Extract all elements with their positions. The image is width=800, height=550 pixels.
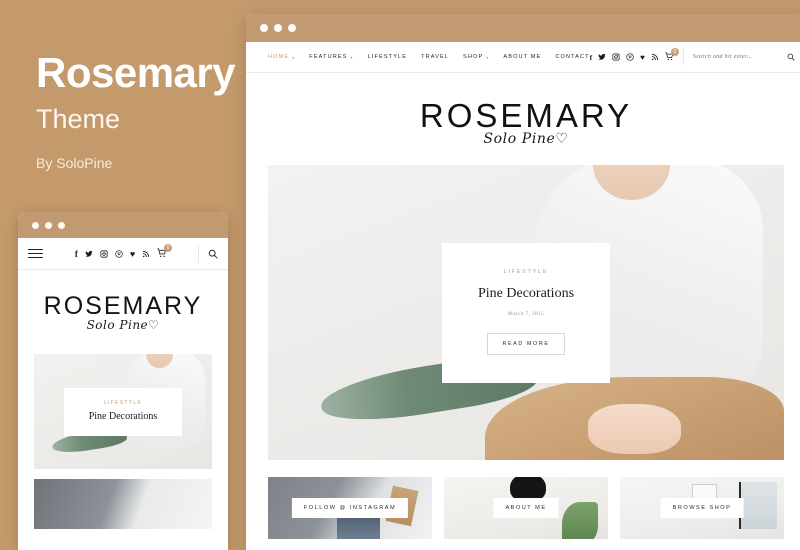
window-dot-maximize[interactable]	[288, 24, 296, 32]
promo-title: Rosemary	[36, 49, 236, 96]
cart-wrapper[interactable]: 0	[665, 47, 679, 63]
menu-item-shop[interactable]: SHOP ▾	[463, 54, 489, 60]
cart-wrapper[interactable]: 0	[157, 243, 173, 260]
desktop-navbar: HOME ▾ FEATURES ▾ LIFESTYLE TRAVEL SHOP …	[246, 42, 800, 73]
desktop-browser-window: HOME ▾ FEATURES ▾ LIFESTYLE TRAVEL SHOP …	[246, 14, 800, 550]
window-dot-minimize[interactable]	[45, 221, 52, 229]
mobile-social-links: f ♥ 0	[53, 243, 189, 260]
chevron-down-icon: ▾	[486, 54, 490, 60]
search-input[interactable]	[692, 54, 779, 60]
menu-item-label: LIFESTYLE	[367, 54, 408, 60]
promo-image	[34, 479, 212, 529]
post-title[interactable]: Pine Decorations	[452, 286, 600, 302]
menu-item-home[interactable]: HOME ▾	[268, 54, 295, 60]
hamburger-icon[interactable]	[28, 248, 43, 259]
promo-box-shop[interactable]: BROWSE SHOP	[620, 477, 784, 539]
promo-box-row: FOLLOW @ INSTAGRAM ABOUT ME BROWSE SHOP	[268, 477, 784, 539]
promo-box-about-me[interactable]: ABOUT ME	[444, 477, 608, 539]
search-icon[interactable]	[787, 53, 795, 61]
menu-item-label: CONTACT	[555, 54, 590, 60]
pinterest-icon[interactable]	[626, 53, 634, 61]
chevron-down-icon: ▾	[292, 54, 296, 60]
rss-icon[interactable]	[651, 53, 659, 61]
menu-item-lifestyle[interactable]: LIFESTYLE	[368, 54, 407, 60]
navbar-divider	[682, 49, 684, 65]
facebook-icon[interactable]: f	[590, 53, 593, 62]
mobile-promo-strip[interactable]	[34, 479, 212, 529]
logo-wordmark: ROSEMARY	[43, 292, 203, 320]
instagram-icon[interactable]	[100, 249, 108, 258]
post-category[interactable]: LIFESTYLE	[70, 400, 176, 406]
menu-item-label: HOME	[268, 54, 290, 60]
twitter-icon[interactable]	[85, 250, 93, 258]
mobile-browser-window: f ♥ 0 ROSEMARY Solo Pine♡ LIFESTYLE Pine…	[18, 212, 228, 550]
post-date: March 7, 2015	[507, 310, 545, 317]
site-logo[interactable]: ROSEMARY Solo Pine♡	[246, 73, 800, 165]
search-area	[692, 53, 795, 61]
promo-label: FOLLOW @ INSTAGRAM	[291, 498, 409, 518]
window-dot-maximize[interactable]	[58, 221, 65, 229]
promo-author: By SoloPine	[36, 155, 113, 171]
cart-badge: 0	[164, 243, 173, 252]
menu-item-label: TRAVEL	[421, 54, 450, 60]
desktop-titlebar	[246, 14, 800, 42]
social-links: f ♥ 0	[590, 47, 679, 63]
navbar-right: f ♥ 0	[590, 47, 795, 65]
menu-item-features[interactable]: FEATURES ▾	[309, 54, 353, 60]
featured-post-hero[interactable]: LIFESTYLE Pine Decorations March 7, 2015…	[268, 165, 784, 460]
menu-item-label: FEATURES	[309, 54, 348, 60]
menu-item-travel[interactable]: TRAVEL	[421, 54, 449, 60]
twitter-icon[interactable]	[598, 53, 606, 61]
facebook-icon[interactable]: f	[75, 249, 78, 259]
mobile-navbar: f ♥ 0	[18, 238, 228, 270]
cart-badge: 0	[670, 47, 679, 56]
pinterest-icon[interactable]	[115, 249, 123, 258]
mobile-navbar-divider	[198, 244, 199, 263]
window-dot-close[interactable]	[32, 221, 39, 229]
promo-label: BROWSE SHOP	[660, 498, 744, 518]
read-more-button[interactable]: READ MORE	[487, 332, 565, 355]
promo-box-instagram[interactable]: FOLLOW @ INSTAGRAM	[268, 477, 432, 539]
bloglovin-icon[interactable]: ♥	[640, 53, 645, 62]
logo-wordmark: ROSEMARY	[419, 97, 633, 134]
mobile-titlebar	[18, 212, 228, 238]
mobile-site-logo[interactable]: ROSEMARY Solo Pine♡	[18, 270, 228, 340]
promo-subtitle: Theme	[36, 104, 121, 134]
bloglovin-icon[interactable]: ♥	[130, 249, 135, 259]
logo-script-tagline: Solo Pine♡	[483, 131, 569, 147]
instagram-icon[interactable]	[612, 53, 620, 61]
menu-item-label: ABOUT ME	[503, 54, 542, 60]
search-icon[interactable]	[208, 249, 218, 259]
rss-icon[interactable]	[142, 250, 150, 258]
post-title[interactable]: Pine Decorations	[70, 411, 176, 422]
mobile-featured-post[interactable]: LIFESTYLE Pine Decorations	[34, 354, 212, 469]
menu-item-about-me[interactable]: ABOUT ME	[503, 54, 541, 60]
chevron-down-icon: ▾	[350, 54, 354, 60]
main-menu: HOME ▾ FEATURES ▾ LIFESTYLE TRAVEL SHOP …	[268, 54, 590, 60]
window-dot-close[interactable]	[260, 24, 268, 32]
menu-item-contact[interactable]: CONTACT	[555, 54, 589, 60]
menu-item-label: SHOP	[463, 54, 484, 60]
post-category[interactable]: LIFESTYLE	[452, 269, 600, 275]
mobile-featured-card: LIFESTYLE Pine Decorations	[64, 387, 182, 436]
featured-post-card: LIFESTYLE Pine Decorations March 7, 2015…	[442, 242, 610, 383]
window-dot-minimize[interactable]	[274, 24, 282, 32]
promo-label: ABOUT ME	[493, 498, 559, 518]
